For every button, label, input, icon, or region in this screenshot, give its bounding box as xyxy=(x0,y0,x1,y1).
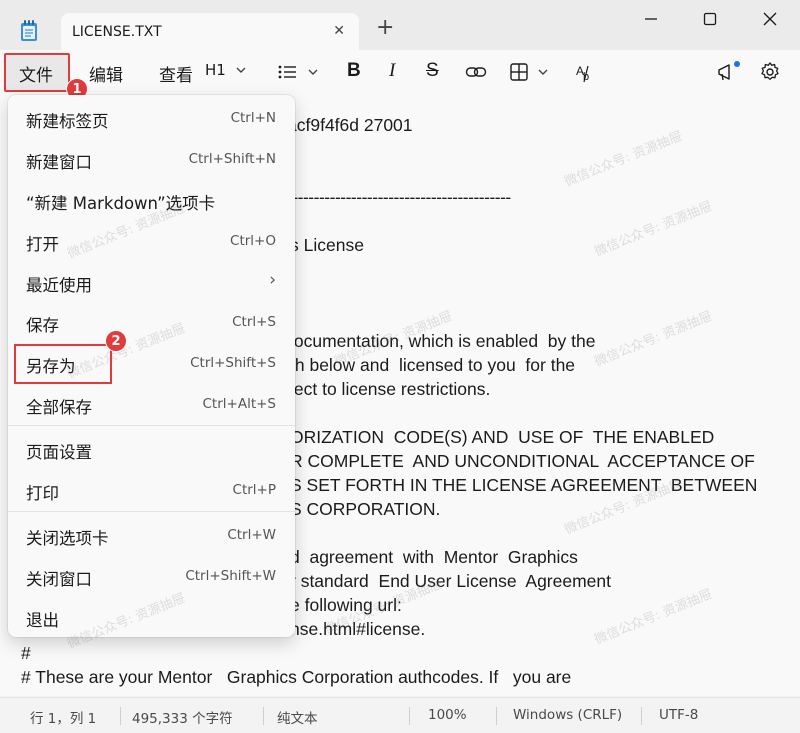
list-icon[interactable] xyxy=(277,62,321,82)
editor-line: acf9f4f6d 27001 xyxy=(287,115,413,135)
menu-save-all[interactable]: 全部保存 Ctrl+Alt+S xyxy=(12,384,291,422)
document-tab[interactable]: LICENSE.TXT ✕ xyxy=(61,13,359,53)
status-separator xyxy=(263,707,264,725)
menu-item-label: 页面设置 xyxy=(26,443,92,462)
strikethrough-icon[interactable]: S xyxy=(426,60,439,82)
editor-line: S SET FORTH IN THE LICENSE AGREEMENT BET… xyxy=(290,475,758,495)
menu-close-window[interactable]: 关闭窗口 Ctrl+Shift+W xyxy=(12,556,291,594)
status-separator xyxy=(496,707,497,725)
editor-line: # These are your Mentor Graphics Corpora… xyxy=(21,667,572,687)
character-count: 495,333 个字符 xyxy=(132,711,233,727)
close-window-icon[interactable] xyxy=(759,8,781,30)
menu-print[interactable]: 打印 Ctrl+P xyxy=(12,470,291,508)
menu-item-shortcut: Ctrl+P xyxy=(232,482,276,498)
new-tab-button[interactable]: + xyxy=(376,17,394,39)
menu-item-label: 打开 xyxy=(26,235,59,254)
menu-page-setup[interactable]: 页面设置 xyxy=(12,429,291,467)
menu-item-label: 全部保存 xyxy=(26,398,92,417)
toolbar: 文件 编辑 查看 H1 B I S A b 1 xyxy=(0,50,800,100)
table-icon[interactable] xyxy=(509,62,553,82)
step-badge-2: 2 xyxy=(105,330,127,352)
link-icon[interactable] xyxy=(465,62,487,82)
editor-line: # xyxy=(21,643,31,663)
editor-line: s License xyxy=(290,235,364,255)
heading-label: H1 xyxy=(205,61,226,79)
chevron-down-icon xyxy=(236,67,246,73)
status-separator xyxy=(641,707,642,725)
notepad-app-icon xyxy=(21,20,37,41)
encoding[interactable]: UTF-8 xyxy=(659,707,698,723)
menu-new-tab[interactable]: 新建标签页 Ctrl+N xyxy=(12,98,291,136)
line-ending[interactable]: Windows (CRLF) xyxy=(513,707,622,723)
editor-line: ORIZATION CODE(S) AND USE OF THE ENABLED xyxy=(290,427,715,447)
menu-item-shortcut: Ctrl+Alt+S xyxy=(202,396,277,412)
editor-line: r standard End User License Agreement xyxy=(290,571,612,591)
menu-item-label: 新建窗口 xyxy=(26,153,92,172)
menu-view[interactable]: 查看 xyxy=(159,61,193,86)
menu-item-label: 关闭窗口 xyxy=(26,570,92,589)
editor-line: ----------------------------------------… xyxy=(287,187,511,207)
italic-icon[interactable]: I xyxy=(389,60,395,82)
status-bar: 行 1，列 1 495,333 个字符 纯文本 100% Windows (CR… xyxy=(0,697,800,733)
menu-item-label: 保存 xyxy=(26,316,59,335)
menu-item-label: 最近使用 xyxy=(26,276,92,295)
menu-item-shortcut: Ctrl+S xyxy=(232,314,276,330)
menu-item-label: “新建 Markdown”选项卡 xyxy=(26,194,216,213)
editor-line: S CORPORATION. xyxy=(290,499,441,519)
menu-item-label: 打印 xyxy=(26,484,59,503)
chevron-right-icon: › xyxy=(269,270,276,290)
watermark: 微信公众号: 资源抽屉 xyxy=(592,586,715,648)
menu-item-shortcut: Ctrl+Shift+N xyxy=(188,151,276,167)
watermark: 微信公众号: 资源抽屉 xyxy=(592,198,715,260)
heading-button[interactable]: H1 xyxy=(205,61,246,79)
editor-line: ject to license restrictions. xyxy=(290,379,491,399)
menu-separator xyxy=(8,425,295,426)
menu-item-label: 退出 xyxy=(26,611,59,630)
file-format[interactable]: 纯文本 xyxy=(277,707,318,727)
status-separator xyxy=(409,707,410,725)
cursor-position: 行 1，列 1 xyxy=(30,711,97,727)
save-as-highlight xyxy=(14,344,112,384)
menu-close-tab[interactable]: 关闭选项卡 Ctrl+W xyxy=(12,515,291,553)
bold-icon[interactable]: B xyxy=(347,60,361,82)
menu-item-shortcut: Ctrl+W xyxy=(227,527,276,543)
menu-new-window[interactable]: 新建窗口 Ctrl+Shift+N xyxy=(12,139,291,177)
watermark: 微信公众号: 资源抽屉 xyxy=(592,308,715,370)
menu-separator xyxy=(8,511,295,512)
zoom-level[interactable]: 100% xyxy=(428,707,467,723)
menu-file[interactable]: 文件 xyxy=(19,61,53,86)
editor-line: locumentation, which is enabled by the xyxy=(290,331,596,351)
spellcheck-icon[interactable]: A b xyxy=(575,62,597,84)
menu-recent[interactable]: 最近使用 › xyxy=(12,262,291,300)
status-separator xyxy=(120,707,121,725)
title-bar: LICENSE.TXT ✕ + xyxy=(0,0,800,53)
settings-gear-icon[interactable] xyxy=(759,61,781,83)
menu-edit[interactable]: 编辑 xyxy=(89,61,123,86)
menu-item-shortcut: Ctrl+N xyxy=(230,110,276,126)
editor-line: d agreement with Mentor Graphics xyxy=(290,547,578,567)
editor-line: R COMPLETE AND UNCONDITIONAL ACCEPTANCE … xyxy=(290,451,755,471)
tab-title: LICENSE.TXT xyxy=(72,24,162,40)
watermark: 微信公众号: 资源抽屉 xyxy=(562,128,685,190)
menu-item-shortcut: Ctrl+O xyxy=(230,233,276,249)
menu-item-shortcut: Ctrl+Shift+W xyxy=(185,568,276,584)
notification-icon[interactable] xyxy=(716,60,742,84)
maximize-icon[interactable] xyxy=(699,8,721,30)
menu-item-label: 关闭选项卡 xyxy=(26,529,109,548)
tab-close-icon[interactable]: ✕ xyxy=(333,23,345,39)
minimize-icon[interactable] xyxy=(640,8,662,30)
menu-item-label: 新建标签页 xyxy=(26,112,109,131)
menu-item-shortcut: Ctrl+Shift+S xyxy=(190,355,276,371)
